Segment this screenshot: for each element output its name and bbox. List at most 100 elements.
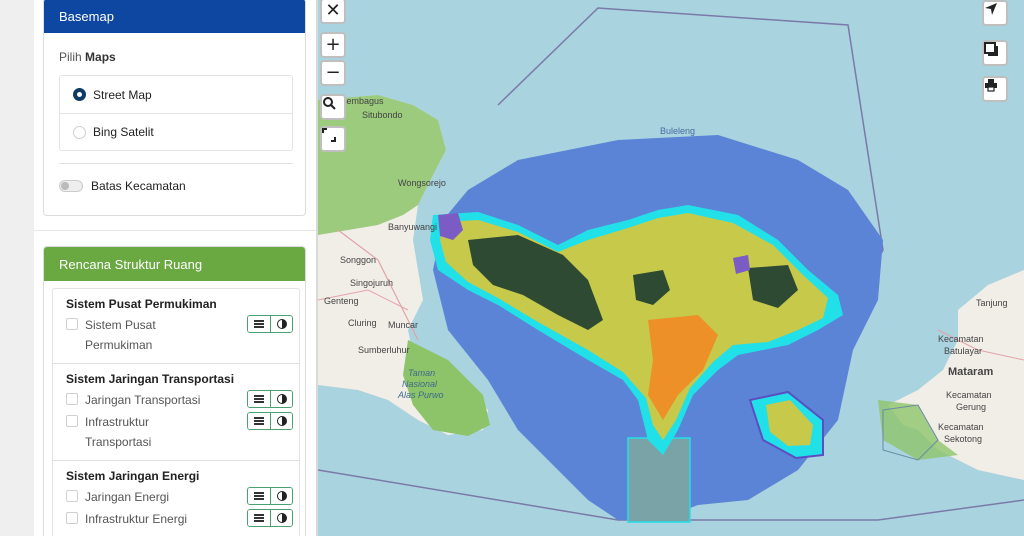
map-label: Muncar [388,320,419,330]
radio-unselected-icon[interactable] [73,125,86,139]
rencana-card: Rencana Struktur Ruang Sistem Pusat Perm… [43,246,306,536]
layer-checkbox[interactable] [66,490,78,502]
map-label: Mataram [948,366,994,378]
contrast-icon [276,513,287,523]
close-icon: ✕ [325,0,341,21]
locate-button[interactable] [982,0,1008,26]
opacity-button[interactable] [270,316,292,332]
layer-checkbox[interactable] [66,512,78,524]
map-label: sembagus [342,96,384,106]
layer-checkbox[interactable] [66,393,78,405]
map-label: Cluring [348,318,377,328]
legend-list-button[interactable] [248,391,270,407]
map-label: Songgon [340,255,377,265]
section-title: Sistem Jaringan Energi [66,469,200,483]
map-label: Kecamatan [938,334,984,344]
search-button[interactable] [320,94,346,120]
list-icon [254,492,264,500]
layers-icon [984,42,998,56]
legend-list-button[interactable] [248,510,270,526]
map-canvas[interactable]: sembagus Situbondo Buleleng Wongsorejo B… [318,0,1024,536]
print-button[interactable] [982,76,1008,102]
contrast-icon [276,319,287,329]
layer-label: Sistem Pusat Permukiman [85,318,156,352]
zoom-out-icon: − [325,62,341,83]
rencana-header: Rencana Struktur Ruang [44,247,305,281]
map-label: Kecamatan [946,390,992,400]
legend-list-button[interactable] [248,413,270,429]
locate-icon [985,3,997,15]
layer-checkbox[interactable] [66,415,78,427]
map-label: Taman [408,368,436,378]
contrast-icon [276,394,287,404]
layer-item: Infrastruktur Energi [66,509,299,529]
zoom-out-button[interactable]: − [320,60,346,86]
layer-item: Sistem Pusat Permukiman [66,315,299,355]
street-map-label: Street Map [93,87,152,102]
contrast-icon [276,416,287,426]
map-label: Genteng [324,296,359,306]
basemap-header: Basemap [44,0,305,33]
zoom-in-button[interactable]: + [320,32,346,58]
legend-list-button[interactable] [248,488,270,504]
left-gutter [0,0,34,536]
layer-buttons [247,412,293,430]
opacity-button[interactable] [270,413,292,429]
bing-satelit-label: Bing Satelit [93,125,154,139]
radio-bing-satelit[interactable]: Bing Satelit [60,113,292,150]
batas-kecamatan-toggle-row[interactable]: Batas Kecamatan [59,179,186,193]
section-jaringan-transportasi: Sistem Jaringan Transportasi Jaringan Tr… [53,364,299,461]
zoom-in-icon: + [325,34,341,55]
search-icon [323,97,336,110]
basemap-options: Street Map Bing Satelit [59,75,293,151]
layer-label: Jaringan Transportasi [85,393,201,407]
map-label: Buleleng [660,126,696,136]
divider [59,163,293,164]
layer-list: Sistem Pusat Permukiman Sistem Pusat Per… [52,288,300,536]
layer-buttons [247,509,293,527]
map-label: Situbondo [362,110,403,120]
layer-buttons [247,487,293,505]
map-label: Gerung [956,402,987,412]
layer-item: Jaringan Transportasi [66,390,299,410]
layer-buttons [247,390,293,408]
side-panel: Basemap Pilih Maps Street Map Bing Satel… [34,0,316,536]
section-separator [34,230,316,231]
section-title: Sistem Jaringan Transportasi [66,372,235,386]
toggle-switch[interactable] [59,180,83,192]
list-icon [254,320,264,328]
layer-label: Infrastruktur Energi [85,512,188,526]
legend-list-button[interactable] [248,316,270,332]
list-icon [254,417,264,425]
contrast-icon [276,491,287,501]
close-button[interactable]: ✕ [320,0,346,24]
map-label: Singojuruh [350,278,394,288]
section-title: Sistem Pusat Permukiman [66,297,217,311]
map-label: Sumberluhur [358,345,410,355]
map-label: Alas Purwo [398,390,444,400]
opacity-button[interactable] [270,391,292,407]
radio-selected-icon[interactable] [73,88,86,101]
basemap-card: Basemap Pilih Maps Street Map Bing Satel… [43,0,306,216]
list-icon [254,514,264,522]
opacity-button[interactable] [270,510,292,526]
batas-kecamatan-label: Batas Kecamatan [91,179,186,193]
layer-item: Infrastruktur Transportasi [66,412,299,452]
map-label: Banyuwangi [388,222,438,232]
map-label: Wongsorejo [398,178,446,188]
layers-button[interactable] [982,40,1008,66]
app-root: Basemap Pilih Maps Street Map Bing Satel… [0,0,1024,536]
pilih-maps-label: Pilih Maps [59,50,116,64]
layer-checkbox[interactable] [66,318,78,330]
section-jaringan-energi: Sistem Jaringan Energi Jaringan Energi I… [53,461,299,536]
expand-button[interactable] [320,126,346,152]
opacity-button[interactable] [270,488,292,504]
layer-label: Infrastruktur Transportasi [85,415,152,449]
layer-buttons [247,315,293,333]
map-label: Tanjung [976,298,1008,308]
map-label: Batulayar [944,346,983,356]
list-icon [254,395,264,403]
layer-item: Jaringan Energi [66,487,299,507]
map-label: Kecamatan [938,422,984,432]
radio-street-map[interactable]: Street Map [60,76,292,113]
